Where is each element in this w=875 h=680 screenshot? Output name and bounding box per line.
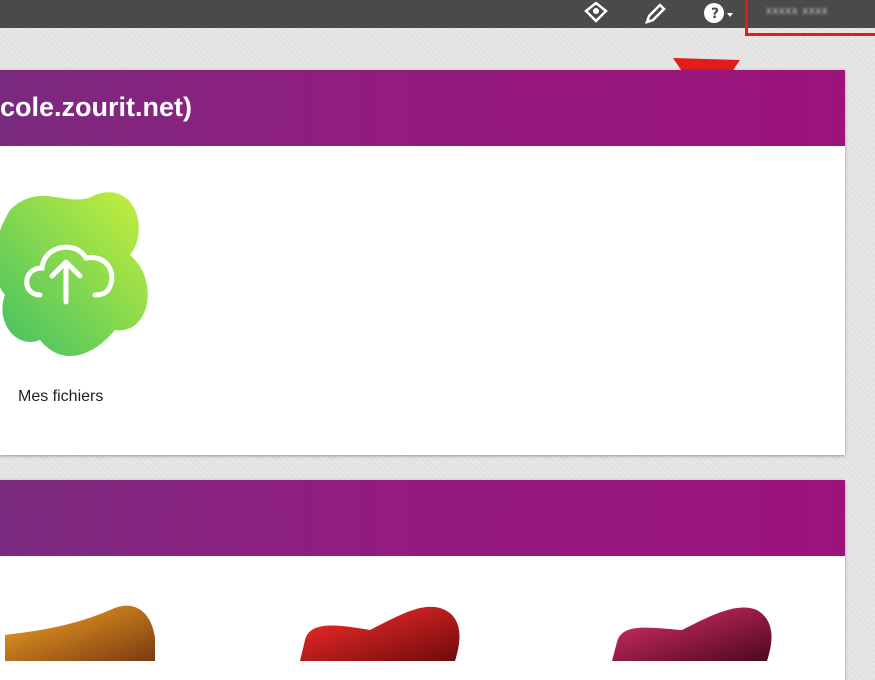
domain-panel: cole.zourit.net) Mes fichiers [0,70,845,455]
pencil-icon[interactable] [643,2,667,31]
top-navigation-bar: ? [0,0,875,28]
crimson-app-icon[interactable] [612,600,772,661]
user-menu-label[interactable]: xxxxx xxxx [766,5,829,17]
svg-text:?: ? [711,6,719,22]
panel-header: cole.zourit.net) [0,70,845,146]
red-app-icon[interactable] [300,600,460,661]
mes-fichiers-app[interactable] [0,190,160,390]
help-icon[interactable]: ? [703,2,733,31]
panel-title: cole.zourit.net) [0,92,193,122]
user-menu-highlight[interactable]: xxxxx xxxx [745,0,875,36]
cloud-upload-icon[interactable] [0,190,160,370]
notification-icon[interactable] [583,1,609,29]
app-label-mes-fichiers[interactable]: Mes fichiers [18,388,103,406]
orange-app-icon[interactable] [5,600,155,661]
panel-header [0,480,845,556]
